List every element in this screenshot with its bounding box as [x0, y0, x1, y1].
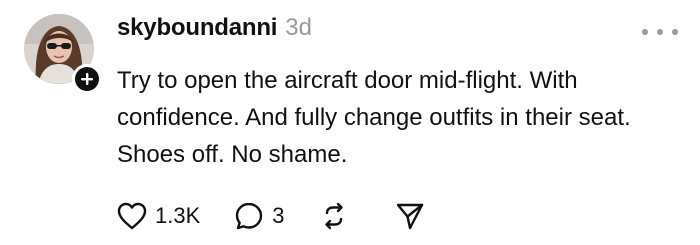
share-button[interactable]: [395, 201, 425, 231]
post-header: skyboundanni 3d: [117, 14, 312, 42]
reply-button[interactable]: 3: [234, 201, 285, 231]
post-timestamp: 3d: [285, 14, 312, 41]
more-horizontal-icon: [672, 29, 678, 35]
more-horizontal-icon: [642, 29, 648, 35]
more-horizontal-icon: [657, 29, 663, 35]
avatar-container[interactable]: [24, 14, 102, 94]
like-button[interactable]: 1.3K: [117, 202, 200, 230]
repost-icon: [324, 202, 343, 230]
post-text: Try to open the aircraft door mid-flight…: [117, 67, 631, 168]
action-bar: 1.3K 3: [117, 198, 425, 234]
send-icon: [396, 203, 423, 230]
comment-icon: [236, 202, 263, 230]
reply-count: 3: [272, 203, 285, 228]
repost-button[interactable]: [319, 201, 349, 231]
post-card: skyboundanni 3d Try to open the aircraft…: [0, 0, 700, 245]
follow-button[interactable]: [72, 64, 102, 94]
more-options-button[interactable]: [642, 24, 678, 40]
username[interactable]: skyboundanni: [117, 14, 277, 42]
plus-icon: [81, 73, 93, 85]
like-count: 1.3K: [155, 203, 201, 228]
heart-icon: [117, 202, 147, 230]
